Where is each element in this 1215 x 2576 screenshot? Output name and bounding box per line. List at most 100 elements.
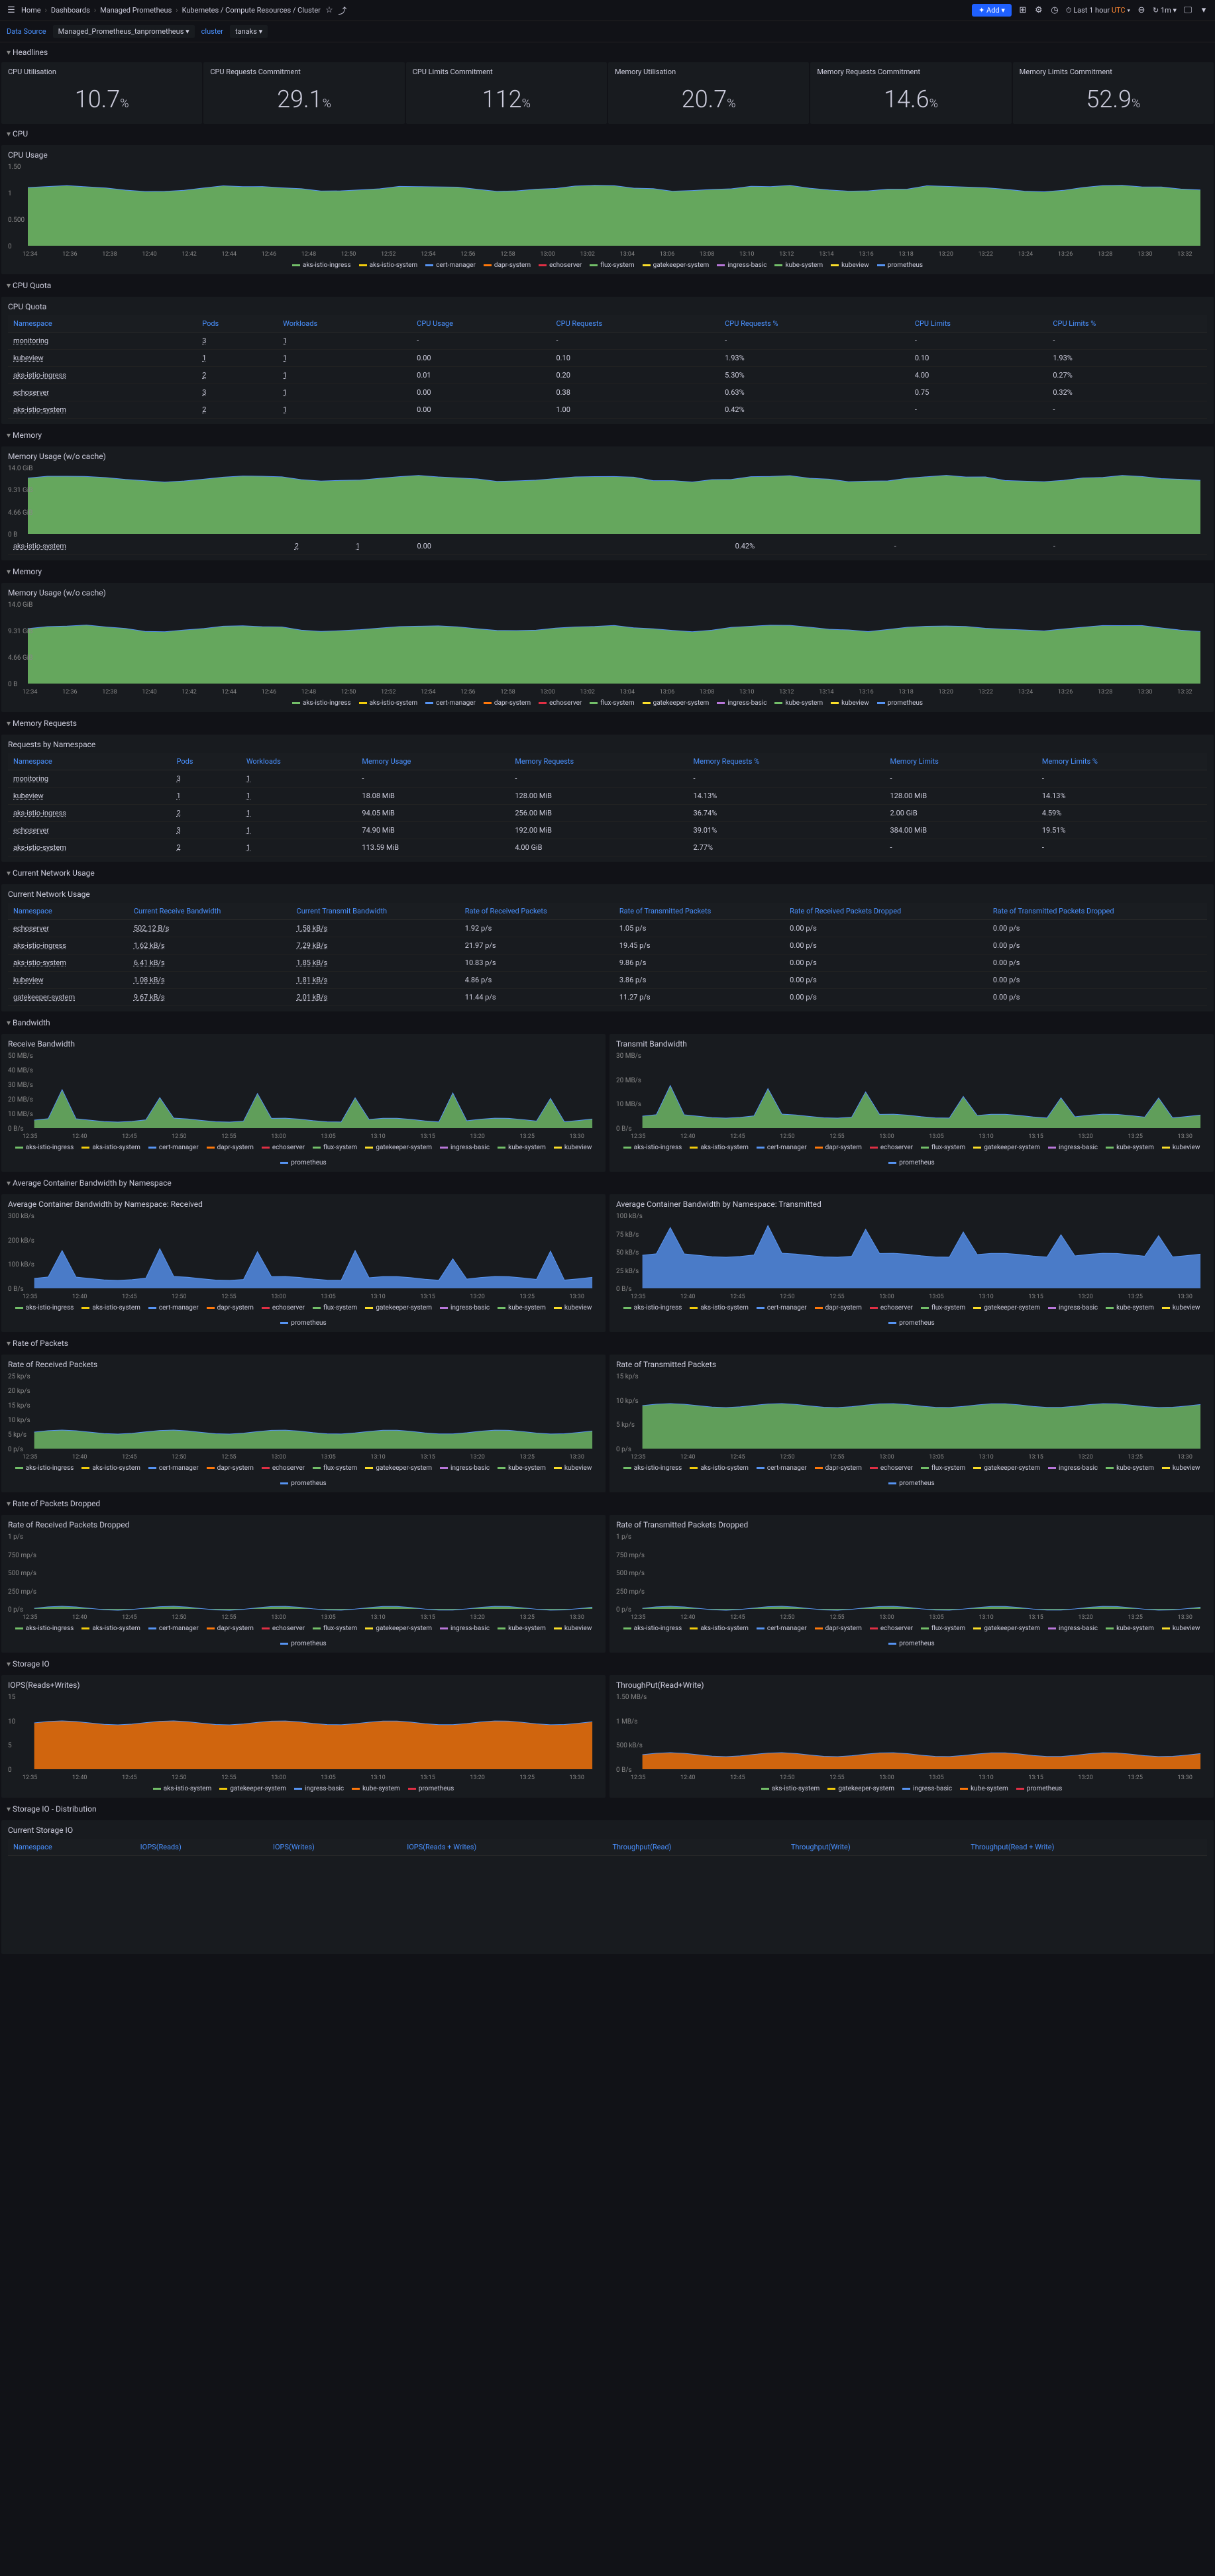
legend-item[interactable]: flux-system <box>921 1144 965 1151</box>
legend-item[interactable]: aks-istio-system <box>690 1144 749 1151</box>
legend-item[interactable]: prometheus <box>877 262 923 269</box>
dashboard-icon[interactable]: ⊞ <box>1018 6 1028 15</box>
legend-item[interactable]: kube-system <box>498 1304 546 1312</box>
legend-item[interactable]: cert-manager <box>757 1144 807 1151</box>
legend-item[interactable]: gatekeeper-system <box>973 1304 1040 1312</box>
legend-item[interactable]: echoserver <box>870 1144 913 1151</box>
legend-item[interactable]: prometheus <box>888 1640 934 1647</box>
legend-item[interactable]: kubeview <box>554 1144 592 1151</box>
legend-item[interactable]: flux-system <box>921 1465 965 1472</box>
legend-item[interactable]: ingress-basic <box>440 1144 490 1151</box>
legend-item[interactable]: kube-system <box>1106 1625 1154 1632</box>
legend-item[interactable]: echoserver <box>870 1625 913 1632</box>
legend-item[interactable]: echoserver <box>870 1465 913 1472</box>
legend-item[interactable]: kube-system <box>1106 1144 1154 1151</box>
table-header[interactable]: CPU Usage <box>411 315 551 333</box>
legend-item[interactable]: prometheus <box>280 1480 326 1487</box>
namespace-link[interactable]: kubeview <box>13 976 44 984</box>
namespace-link[interactable]: aks-istio-ingress <box>13 941 66 950</box>
legend-item[interactable]: prometheus <box>888 1319 934 1327</box>
legend-item[interactable]: gatekeeper-system <box>365 1625 432 1632</box>
legend-item[interactable]: kubeview <box>1162 1625 1200 1632</box>
legend-item[interactable]: flux-system <box>590 699 634 707</box>
monitor-icon[interactable]: 🖵 <box>1183 6 1192 15</box>
legend-item[interactable]: kube-system <box>1106 1465 1154 1472</box>
legend-item[interactable]: aks-istio-system <box>81 1625 140 1632</box>
legend-item[interactable]: ingress-basic <box>717 699 766 707</box>
chevron-down-icon[interactable]: ▾ <box>1199 6 1208 15</box>
table-header[interactable]: Rate of Received Packets Dropped <box>784 903 988 920</box>
legend-item[interactable]: dapr-system <box>207 1304 254 1312</box>
legend-item[interactable]: aks-istio-system <box>690 1625 749 1632</box>
table-header[interactable]: IOPS(Writes) <box>268 1839 401 1856</box>
legend-item[interactable]: prometheus <box>280 1159 326 1166</box>
legend-item[interactable]: ingress-basic <box>1048 1465 1098 1472</box>
legend-item[interactable]: cert-manager <box>757 1465 807 1472</box>
legend-item[interactable]: cert-manager <box>425 262 476 269</box>
legend-item[interactable]: gatekeeper-system <box>973 1625 1040 1632</box>
table-header[interactable]: Throughput(Write) <box>786 1839 965 1856</box>
namespace-link[interactable]: monitoring <box>13 774 48 783</box>
table-header[interactable]: Workloads <box>278 315 411 333</box>
legend-item[interactable]: kube-system <box>774 262 823 269</box>
legend-item[interactable]: aks-istio-system <box>690 1465 749 1472</box>
legend-item[interactable]: aks-istio-ingress <box>15 1625 74 1632</box>
legend-item[interactable]: prometheus <box>280 1319 326 1327</box>
legend-item[interactable]: ingress-basic <box>717 262 766 269</box>
legend-item[interactable]: flux-system <box>313 1304 357 1312</box>
legend-item[interactable]: aks-istio-ingress <box>623 1625 682 1632</box>
legend-item[interactable]: echoserver <box>262 1144 305 1151</box>
legend-item[interactable]: echoserver <box>539 699 582 707</box>
namespace-link[interactable]: echoserver <box>13 388 49 397</box>
settings-icon[interactable]: ⚙ <box>1034 6 1043 15</box>
legend-item[interactable]: aks-istio-system <box>81 1304 140 1312</box>
legend-item[interactable]: aks-istio-ingress <box>15 1304 74 1312</box>
namespace-link[interactable]: aks-istio-system <box>13 843 66 852</box>
legend-item[interactable]: cert-manager <box>148 1625 199 1632</box>
legend-item[interactable]: aks-istio-system <box>761 1785 820 1792</box>
legend-item[interactable]: dapr-system <box>815 1625 862 1632</box>
legend-item[interactable]: dapr-system <box>484 699 531 707</box>
legend-item[interactable]: aks-istio-ingress <box>623 1465 682 1472</box>
legend-item[interactable]: ingress-basic <box>440 1625 490 1632</box>
time-range[interactable]: ⏱ Last 1 hour UTC ▾ <box>1066 6 1130 15</box>
crumb-managed[interactable]: Managed Prometheus <box>100 6 172 15</box>
namespace-link[interactable]: monitoring <box>13 336 48 345</box>
zoom-out-icon[interactable]: ⊖ <box>1137 6 1146 15</box>
legend-item[interactable]: echoserver <box>262 1465 305 1472</box>
legend-item[interactable]: kubeview <box>1162 1465 1200 1472</box>
namespace-link[interactable]: aks-istio-system <box>13 405 66 414</box>
legend-item[interactable]: kubeview <box>831 699 869 707</box>
legend-item[interactable]: cert-manager <box>757 1625 807 1632</box>
legend-item[interactable]: aks-istio-ingress <box>623 1304 682 1312</box>
table-header[interactable]: Throughput(Read + Write) <box>965 1839 1207 1856</box>
star-icon[interactable]: ☆ <box>325 6 334 15</box>
legend-item[interactable]: kube-system <box>498 1465 546 1472</box>
legend-item[interactable]: cert-manager <box>148 1465 199 1472</box>
table-header[interactable]: Namespace <box>8 315 197 333</box>
legend-item[interactable]: kube-system <box>774 699 823 707</box>
legend-item[interactable]: gatekeeper-system <box>973 1465 1040 1472</box>
legend-item[interactable]: kubeview <box>1162 1304 1200 1312</box>
legend-item[interactable]: gatekeeper-system <box>643 262 710 269</box>
table-header[interactable]: CPU Requests % <box>719 315 910 333</box>
add-button[interactable]: ✦ Add ▾ <box>972 4 1012 17</box>
section-storage-dist[interactable]: Storage IO - Distribution <box>0 1799 1215 1819</box>
legend-item[interactable]: prometheus <box>280 1640 326 1647</box>
legend-item[interactable]: aks-istio-system <box>690 1304 749 1312</box>
section-headlines[interactable]: Headlines <box>0 42 1215 62</box>
legend-item[interactable]: ingress-basic <box>440 1304 490 1312</box>
namespace-link[interactable]: echoserver <box>13 826 49 835</box>
table-header[interactable]: Memory Requests % <box>688 753 885 770</box>
legend-item[interactable]: gatekeeper-system <box>973 1144 1040 1151</box>
legend-item[interactable]: kubeview <box>1162 1144 1200 1151</box>
legend-item[interactable]: aks-istio-system <box>359 262 418 269</box>
menu-icon[interactable]: ☰ <box>7 6 16 15</box>
legend-item[interactable]: aks-istio-system <box>81 1144 140 1151</box>
section-rate-packets[interactable]: Rate of Packets <box>0 1333 1215 1353</box>
table-header[interactable]: Namespace <box>8 1839 135 1856</box>
legend-item[interactable]: flux-system <box>590 262 634 269</box>
legend-item[interactable]: prometheus <box>877 699 923 707</box>
legend-item[interactable]: aks-istio-system <box>359 699 418 707</box>
table-header[interactable]: CPU Requests <box>551 315 719 333</box>
